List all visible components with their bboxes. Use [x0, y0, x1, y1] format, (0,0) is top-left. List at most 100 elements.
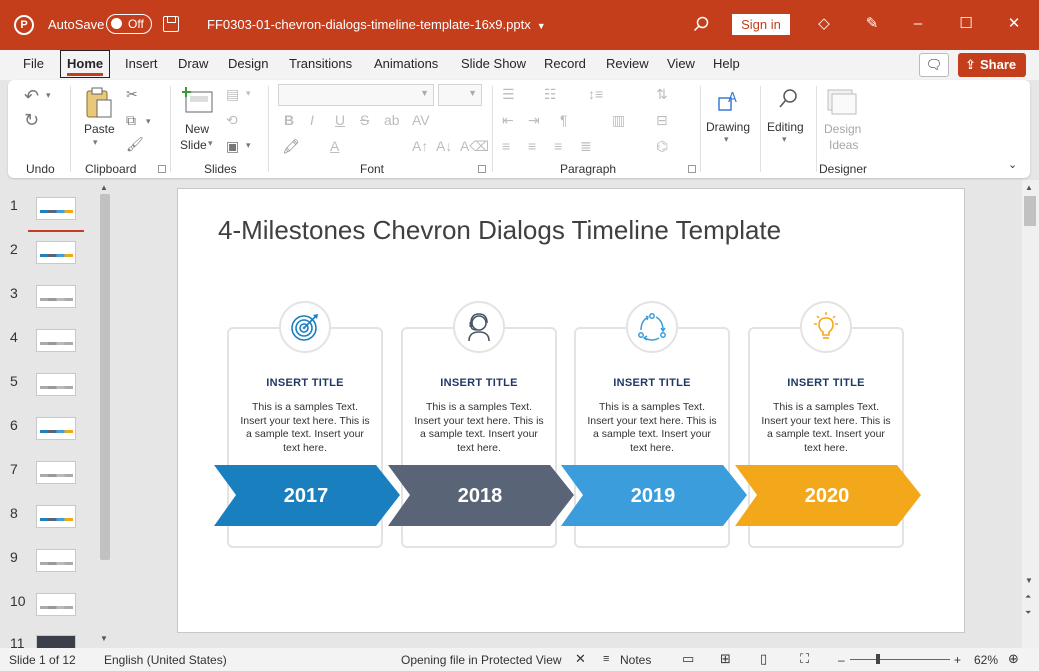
scroll-down-icon[interactable]: ▼	[1025, 576, 1033, 585]
thumbnail-scrollbar[interactable]: ▲ ▼	[98, 180, 112, 648]
pen-icon[interactable]: ✎	[862, 14, 882, 34]
columns-icon[interactable]: ▥	[612, 112, 625, 129]
close-icon[interactable]: ✕	[1004, 14, 1024, 34]
smartart-icon[interactable]: ⌬	[656, 138, 668, 155]
thumbnail-8[interactable]: 8	[0, 505, 100, 549]
paragraph-launcher-icon[interactable]	[688, 165, 696, 173]
design-ideas-label-1[interactable]: Design	[824, 122, 861, 136]
undo-icon[interactable]: ↶	[24, 86, 39, 107]
paste-dropdown-icon[interactable]: ▾	[93, 137, 98, 148]
notes-icon[interactable]: ≡	[603, 653, 609, 665]
scroll-thumb[interactable]	[1024, 196, 1036, 226]
document-filename[interactable]: FF0303-01-chevron-dialogs-timeline-templ…	[207, 17, 546, 32]
text-direction-icon[interactable]: ⇅	[656, 86, 668, 103]
editing-label[interactable]: Editing	[767, 120, 804, 134]
reset-icon[interactable]: ⟲	[226, 112, 238, 129]
clipboard-launcher-icon[interactable]	[158, 165, 166, 173]
strikethrough-icon[interactable]: ab	[384, 112, 400, 128]
layout-dropdown-icon[interactable]: ▾	[246, 88, 251, 99]
new-slide-label-2[interactable]: Slide	[180, 138, 207, 152]
tab-home[interactable]: Home	[60, 50, 111, 78]
minimize-icon[interactable]: –	[908, 14, 928, 34]
paste-label[interactable]: Paste	[84, 122, 115, 136]
thumbnail-2[interactable]: 2	[0, 241, 100, 285]
next-slide-icon[interactable]: ⏷	[1025, 608, 1031, 618]
thumbnail-5[interactable]: 5	[0, 373, 100, 417]
paste-icon[interactable]	[84, 86, 114, 120]
language-indicator[interactable]: English (United States)	[104, 653, 227, 667]
drawing-shapes-icon[interactable]: A	[716, 88, 742, 114]
design-ideas-label-2[interactable]: Ideas	[829, 138, 858, 152]
maximize-icon[interactable]: ☐	[956, 14, 976, 34]
thumbnail-9[interactable]: 9	[0, 549, 100, 593]
tab-animations[interactable]: Animations	[374, 56, 438, 78]
shrink-font-icon[interactable]: A↓	[436, 138, 452, 154]
scroll-down-icon[interactable]: ▼	[100, 634, 108, 643]
tab-view[interactable]: View	[667, 56, 695, 78]
tab-design[interactable]: Design	[228, 56, 268, 78]
clear-formatting-icon[interactable]: A⌫	[460, 138, 489, 155]
tab-insert[interactable]: Insert	[125, 56, 158, 78]
thumbnail-6[interactable]: 6	[0, 417, 100, 461]
magnifier-icon[interactable]	[778, 88, 800, 110]
justify-icon[interactable]: ≣	[580, 138, 592, 155]
font-launcher-icon[interactable]	[478, 165, 486, 173]
share-button[interactable]: ⇪ Share	[958, 53, 1026, 77]
decrease-indent-icon[interactable]: ⇤	[502, 112, 514, 129]
thumbnail-3[interactable]: 3	[0, 285, 100, 329]
slide-canvas[interactable]: 4-Milestones Chevron Dialogs Timeline Te…	[177, 188, 965, 633]
font-family-dropdown[interactable]: ▼	[278, 84, 434, 106]
comments-button[interactable]: 🗨	[919, 53, 949, 77]
thumbnail-1[interactable]: 1	[0, 197, 100, 241]
section-dropdown-icon[interactable]: ▾	[246, 140, 251, 151]
align-right-icon[interactable]: ≡	[554, 138, 562, 154]
undo-dropdown-icon[interactable]: ▾	[46, 90, 51, 101]
grow-font-icon[interactable]: A↑	[412, 138, 428, 154]
close-icon[interactable]: ✕	[575, 651, 586, 667]
rtl-icon[interactable]: ¶	[560, 112, 568, 128]
autosave-toggle[interactable]: Off	[106, 14, 152, 34]
layout-icon[interactable]: ▤	[226, 86, 239, 103]
editing-dropdown-icon[interactable]: ▾	[782, 134, 787, 145]
underline-icon[interactable]: U	[335, 112, 345, 128]
align-left-icon[interactable]: ≡	[502, 138, 510, 154]
search-icon[interactable]	[693, 16, 709, 32]
slide-sorter-icon[interactable]: ⊞	[720, 651, 731, 667]
redo-icon[interactable]: ↻	[24, 110, 39, 131]
tab-slide-show[interactable]: Slide Show	[461, 56, 526, 78]
new-slide-label-1[interactable]: New	[185, 122, 209, 136]
copy-icon[interactable]: ⧉	[126, 112, 136, 129]
thumbnail-7[interactable]: 7	[0, 461, 100, 505]
scroll-thumb[interactable]	[100, 194, 110, 560]
scroll-up-icon[interactable]: ▲	[100, 183, 108, 192]
scroll-up-icon[interactable]: ▲	[1025, 183, 1033, 192]
cut-icon[interactable]: ✂	[126, 86, 138, 103]
drawing-label[interactable]: Drawing	[706, 120, 750, 134]
slideshow-icon[interactable]: ⛶	[800, 651, 809, 667]
zoom-slider-knob[interactable]	[876, 654, 880, 664]
tab-help[interactable]: Help	[713, 56, 740, 78]
thumbnail-4[interactable]: 4	[0, 329, 100, 373]
format-painter-icon[interactable]: 🖌	[126, 136, 144, 153]
line-spacing-icon[interactable]: ↕≡	[588, 86, 603, 102]
new-slide-dropdown-icon[interactable]: ▾	[208, 138, 213, 149]
copy-dropdown-icon[interactable]: ▾	[146, 116, 151, 127]
ribbon-collapse-icon[interactable]: ⌄	[1008, 158, 1017, 171]
shadow-icon[interactable]: S	[360, 112, 369, 128]
tab-transitions[interactable]: Transitions	[289, 56, 352, 78]
tab-draw[interactable]: Draw	[178, 56, 208, 78]
font-color-icon[interactable]: A	[330, 138, 339, 154]
font-size-dropdown[interactable]: ▼	[438, 84, 482, 106]
save-icon[interactable]	[163, 16, 179, 32]
bullets-icon[interactable]: ☰	[502, 86, 515, 103]
align-center-icon[interactable]: ≡	[528, 138, 536, 154]
tab-record[interactable]: Record	[544, 56, 586, 78]
sign-in-button[interactable]: Sign in	[732, 14, 790, 35]
premium-diamond-icon[interactable]: ◇	[814, 14, 834, 34]
normal-view-icon[interactable]: ▭	[682, 651, 694, 667]
slide-scrollbar[interactable]: ▲ ▼ ⏶ ⏷	[1022, 180, 1039, 648]
tab-file[interactable]: File	[23, 56, 44, 78]
previous-slide-icon[interactable]: ⏶	[1025, 592, 1031, 602]
character-spacing-icon[interactable]: AV	[412, 112, 430, 128]
notes-button[interactable]: Notes	[620, 653, 651, 667]
